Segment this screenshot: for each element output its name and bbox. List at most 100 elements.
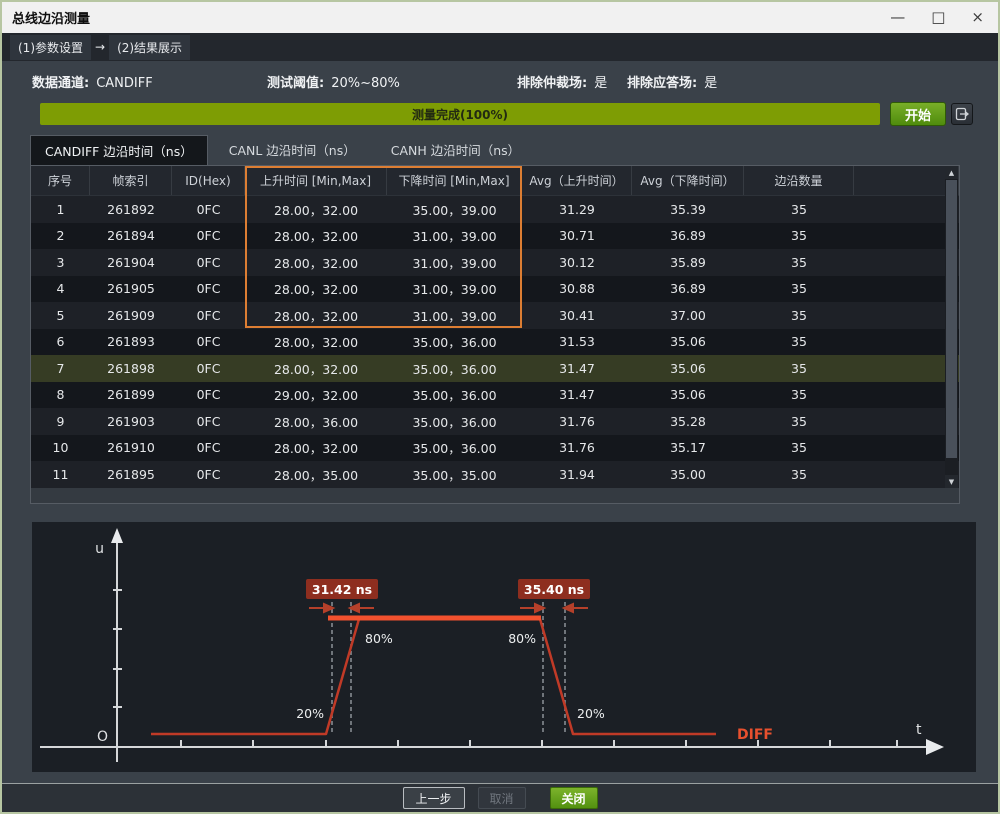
table-row[interactable]: 42619050FC28.00，32.0031.00，39.0030.8836.… — [31, 276, 959, 303]
table-cell: 261898 — [90, 355, 172, 382]
param-label: 测试阈值: — [267, 76, 324, 91]
window-controls: — □ × — [890, 10, 984, 25]
table-cell: 35.00，35.00 — [387, 461, 522, 488]
table-cell: 30.88 — [522, 276, 632, 303]
header-cell[interactable] — [854, 166, 959, 195]
export-button[interactable] — [951, 103, 973, 125]
table-cell: 35.00，36.00 — [387, 408, 522, 435]
table-cell: 28.00，32.00 — [245, 276, 387, 303]
table-row[interactable]: 32619040FC28.00，32.0031.00，39.0030.1235.… — [31, 249, 959, 276]
header-cell[interactable]: 下降时间 [Min,Max] — [387, 166, 522, 195]
table-cell: 35 — [744, 382, 854, 409]
origin-label: O — [97, 729, 108, 745]
table-cell-filler — [854, 461, 959, 488]
table-cell: 7 — [31, 355, 90, 382]
cancel-button[interactable]: 取消 — [478, 787, 526, 809]
table-cell: 35 — [744, 249, 854, 276]
header-cell[interactable]: 序号 — [31, 166, 90, 195]
table-cell: 2 — [31, 223, 90, 250]
param-label: 排除仲裁场: — [517, 76, 587, 91]
scroll-down-icon[interactable]: ▼ — [945, 475, 958, 488]
scrollbar-thumb[interactable] — [946, 180, 957, 458]
table-cell: 261909 — [90, 302, 172, 329]
breadcrumb-step-params[interactable]: (1)参数设置 — [10, 35, 91, 60]
maximize-icon[interactable]: □ — [931, 10, 945, 25]
param-item: 排除应答场:是 — [627, 72, 717, 91]
scroll-up-icon[interactable]: ▲ — [945, 166, 958, 179]
table-cell-filler — [854, 276, 959, 303]
table-cell: 31.00，39.00 — [387, 249, 522, 276]
table-row[interactable]: 12618920FC28.00，32.0035.00，39.0031.2935.… — [31, 196, 959, 223]
table-body: 12618920FC28.00，32.0035.00，39.0031.2935.… — [31, 196, 959, 488]
minimize-icon[interactable]: — — [890, 10, 905, 25]
rise-time-value: 31.42 ns — [312, 582, 372, 597]
table-row[interactable]: 92619030FC28.00，36.0035.00，36.0031.7635.… — [31, 408, 959, 435]
table-cell: 37.00 — [632, 302, 744, 329]
table-cell: 28.00，32.00 — [245, 223, 387, 250]
close-button[interactable]: 关闭 — [550, 787, 598, 809]
table-cell: 35 — [744, 302, 854, 329]
table-cell: 8 — [31, 382, 90, 409]
table-cell: 28.00，32.00 — [245, 435, 387, 462]
table-cell: 35.89 — [632, 249, 744, 276]
table-cell: 261904 — [90, 249, 172, 276]
table-row[interactable]: 62618930FC28.00，32.0035.00，36.0031.5335.… — [31, 329, 959, 356]
table-cell: 35.00，36.00 — [387, 435, 522, 462]
table-cell: 31.47 — [522, 382, 632, 409]
app-window: 总线边沿测量 — □ × (1)参数设置 → (2)结果展示 数据通道:CAND… — [0, 0, 1000, 814]
y-axis-arrow-icon — [111, 528, 123, 543]
params-row: 数据通道:CANDIFF测试阈值:20%~80%排除仲裁场:是排除应答场:是 — [2, 61, 998, 99]
header-cell[interactable]: Avg（上升时间） — [522, 166, 632, 195]
back-button[interactable]: 上一步 — [403, 787, 465, 809]
param-label: 数据通道: — [32, 76, 89, 91]
table-cell: 0FC — [172, 382, 245, 409]
footer-bar: 上一步 取消 关闭 — [2, 784, 998, 812]
signal-name-label: DIFF — [737, 727, 773, 743]
start-button[interactable]: 开始 — [890, 102, 946, 126]
y-axis-label: u — [95, 541, 104, 557]
fall-lower-threshold-label: 20% — [577, 706, 605, 721]
vertical-scrollbar[interactable]: ▲ ▼ — [945, 166, 958, 488]
table-row[interactable]: 52619090FC28.00，32.0031.00，39.0030.4137.… — [31, 302, 959, 329]
table-cell: 35 — [744, 408, 854, 435]
results-table: 序号帧索引ID(Hex)上升时间 [Min,Max]下降时间 [Min,Max]… — [31, 166, 959, 488]
header-cell[interactable]: 上升时间 [Min,Max] — [245, 166, 387, 195]
tab-item[interactable]: CANH 边沿时间（ns） — [377, 135, 534, 166]
window-title: 总线边沿测量 — [12, 8, 90, 27]
tab-item[interactable]: CANL 边沿时间（ns） — [215, 135, 370, 166]
table-cell: 35 — [744, 355, 854, 382]
table-cell: 0FC — [172, 223, 245, 250]
table-cell-filler — [854, 355, 959, 382]
table-cell: 35.06 — [632, 382, 744, 409]
table-cell: 35.00，39.00 — [387, 196, 522, 223]
header-cell[interactable]: 边沿数量 — [744, 166, 854, 195]
table-cell: 30.41 — [522, 302, 632, 329]
table-cell-filler — [854, 223, 959, 250]
table-row[interactable]: 22618940FC28.00，32.0031.00，39.0030.7136.… — [31, 223, 959, 250]
header-cell[interactable]: Avg（下降时间） — [632, 166, 744, 195]
table-cell: 35 — [744, 461, 854, 488]
tab-active[interactable]: CANDIFF 边沿时间（ns） — [30, 135, 208, 166]
table-cell: 35 — [744, 196, 854, 223]
table-cell: 31.76 — [522, 435, 632, 462]
table-cell: 31.53 — [522, 329, 632, 356]
table-row[interactable]: 112618950FC28.00，35.0035.00，35.0031.9435… — [31, 461, 959, 488]
table-cell: 30.12 — [522, 249, 632, 276]
breadcrumb-step-results[interactable]: (2)结果展示 — [109, 35, 190, 60]
table-row[interactable]: 72618980FC28.00，32.0035.00，36.0031.4735.… — [31, 355, 959, 382]
close-icon[interactable]: × — [971, 10, 984, 25]
table-cell: 35 — [744, 435, 854, 462]
table-cell: 35.17 — [632, 435, 744, 462]
header-cell[interactable]: 帧索引 — [90, 166, 172, 195]
table-row[interactable]: 82618990FC29.00，32.0035.00，36.0031.4735.… — [31, 382, 959, 409]
table-cell: 31.94 — [522, 461, 632, 488]
table-cell: 31.76 — [522, 408, 632, 435]
table-cell: 35.00 — [632, 461, 744, 488]
table-cell: 31.47 — [522, 355, 632, 382]
table-cell: 0FC — [172, 461, 245, 488]
progress-text: 测量完成(100%) — [412, 106, 508, 123]
table-row[interactable]: 102619100FC28.00，32.0035.00，36.0031.7635… — [31, 435, 959, 462]
results-frame: 序号帧索引ID(Hex)上升时间 [Min,Max]下降时间 [Min,Max]… — [30, 165, 960, 504]
header-cell[interactable]: ID(Hex) — [172, 166, 245, 195]
table-cell: 261892 — [90, 196, 172, 223]
